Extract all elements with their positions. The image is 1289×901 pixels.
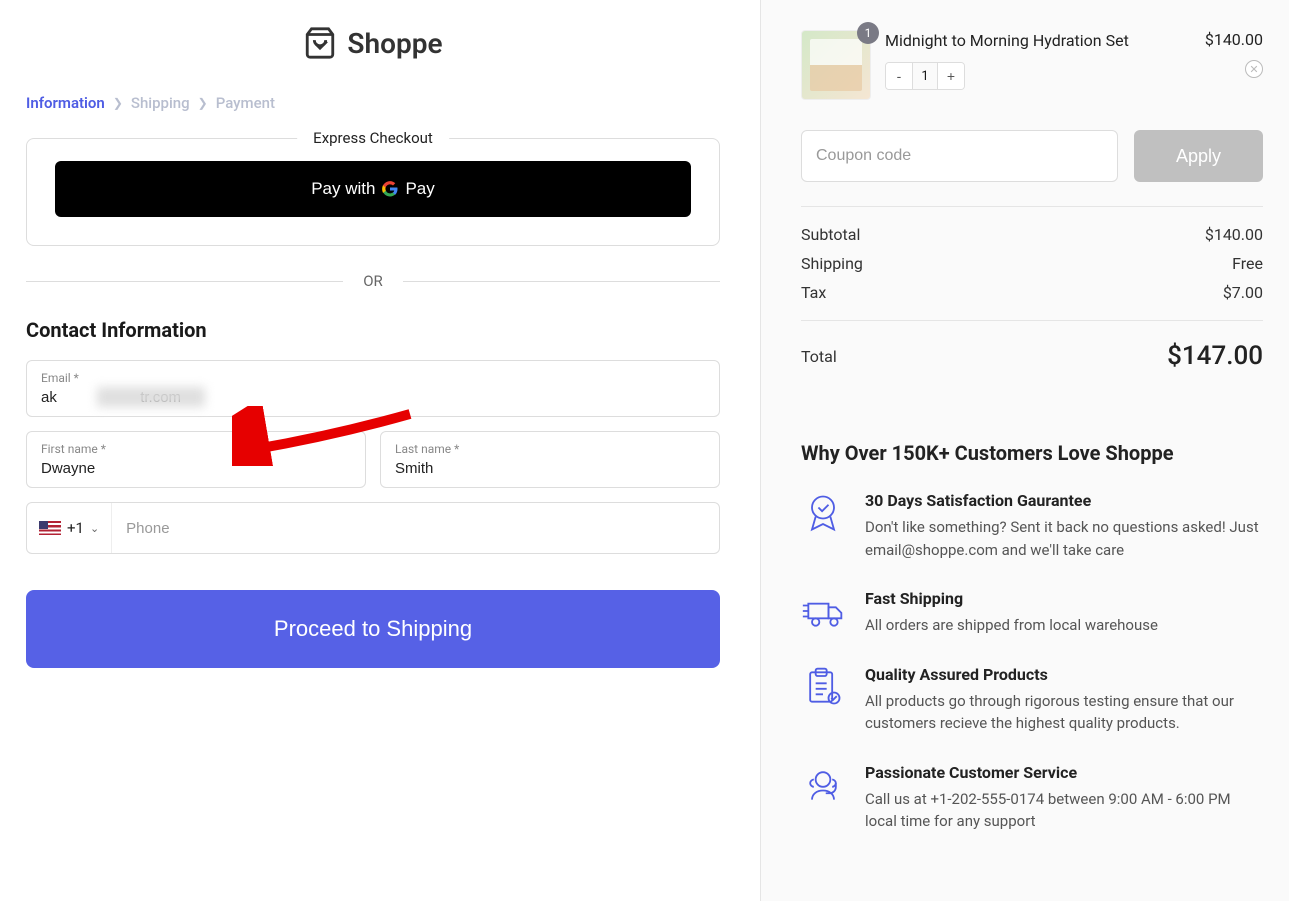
order-total: Total $147.00: [801, 321, 1263, 391]
benefit-desc: All orders are shipped from local wareho…: [865, 614, 1158, 637]
benefit-guarantee: 30 Days Satisfaction Gaurantee Don't lik…: [801, 491, 1263, 561]
phone-field-wrapper[interactable]: +1 ⌄: [26, 502, 720, 554]
guarantee-badge-icon: [801, 491, 845, 535]
us-flag-icon: [39, 521, 61, 535]
last-name-field[interactable]: [395, 460, 705, 477]
product-name: Midnight to Morning Hydration Set: [885, 30, 1191, 52]
breadcrumb-information[interactable]: Information: [26, 94, 105, 112]
shipping-label: Shipping: [801, 254, 863, 273]
truck-icon: [801, 589, 845, 633]
quantity-stepper: - 1 +: [885, 62, 965, 90]
coupon-code-input[interactable]: [801, 130, 1118, 182]
tax-label: Tax: [801, 283, 826, 302]
tax-value: $7.00: [1223, 283, 1263, 302]
blur-mask: [97, 387, 205, 407]
total-label: Total: [801, 347, 837, 366]
email-field-wrapper[interactable]: Email *: [26, 360, 720, 417]
benefit-service: Passionate Customer Service Call us at +…: [801, 763, 1263, 833]
chevron-right-icon: ❯: [198, 96, 208, 110]
shipping-value: Free: [1232, 254, 1263, 273]
benefit-desc: All products go through rigorous testing…: [865, 690, 1263, 735]
quantity-badge: 1: [857, 22, 879, 44]
proceed-to-shipping-button[interactable]: Proceed to Shipping: [26, 590, 720, 668]
apply-coupon-button[interactable]: Apply: [1134, 130, 1263, 182]
google-pay-icon: [381, 180, 399, 198]
phone-country-code: +1: [67, 519, 84, 537]
first-name-field-wrapper[interactable]: First name *: [26, 431, 366, 488]
benefit-quality: Quality Assured Products All products go…: [801, 665, 1263, 735]
first-name-label: First name *: [41, 442, 351, 456]
quantity-decrease-button[interactable]: -: [886, 63, 912, 89]
benefit-title: Fast Shipping: [865, 589, 1158, 608]
phone-country-selector[interactable]: +1 ⌄: [27, 503, 112, 553]
benefit-title: 30 Days Satisfaction Gaurantee: [865, 491, 1263, 510]
logo: Shoppe: [26, 26, 720, 64]
express-checkout-label: Express Checkout: [297, 129, 449, 147]
headset-agent-icon: [801, 763, 845, 807]
clipboard-check-icon: [801, 665, 845, 709]
breadcrumb: Information ❯ Shipping ❯ Payment: [26, 94, 720, 112]
or-divider: OR: [26, 272, 720, 290]
breadcrumb-payment[interactable]: Payment: [216, 94, 275, 112]
contact-information-title: Contact Information: [26, 318, 720, 342]
subtotal-value: $140.00: [1205, 225, 1263, 244]
email-label: Email *: [41, 371, 705, 385]
order-totals: Subtotal $140.00 Shipping Free Tax $7.00: [801, 206, 1263, 321]
express-checkout-box: Express Checkout Pay with Pay: [26, 138, 720, 246]
benefit-title: Quality Assured Products: [865, 665, 1263, 684]
quantity-value: 1: [912, 63, 938, 89]
first-name-field[interactable]: [41, 460, 351, 477]
why-customers-love-title: Why Over 150K+ Customers Love Shoppe: [801, 441, 1263, 465]
remove-item-button[interactable]: ✕: [1245, 60, 1263, 78]
chevron-right-icon: ❯: [113, 96, 123, 110]
quantity-increase-button[interactable]: +: [938, 63, 964, 89]
benefit-title: Passionate Customer Service: [865, 763, 1263, 782]
last-name-label: Last name *: [395, 442, 705, 456]
chevron-down-icon: ⌄: [90, 522, 99, 535]
benefit-shipping: Fast Shipping All orders are shipped fro…: [801, 589, 1263, 637]
last-name-field-wrapper[interactable]: Last name *: [380, 431, 720, 488]
shopping-bag-icon: [303, 26, 337, 60]
benefit-desc: Call us at +1-202-555-0174 between 9:00 …: [865, 788, 1263, 833]
total-value: $147.00: [1167, 341, 1263, 371]
cart-item: 1 Midnight to Morning Hydration Set - 1 …: [801, 30, 1263, 100]
subtotal-label: Subtotal: [801, 225, 860, 244]
benefit-desc: Don't like something? Sent it back no qu…: [865, 516, 1263, 561]
breadcrumb-shipping[interactable]: Shipping: [131, 94, 190, 112]
phone-field[interactable]: [112, 504, 719, 553]
google-pay-button[interactable]: Pay with Pay: [55, 161, 691, 217]
logo-text: Shoppe: [347, 27, 442, 60]
